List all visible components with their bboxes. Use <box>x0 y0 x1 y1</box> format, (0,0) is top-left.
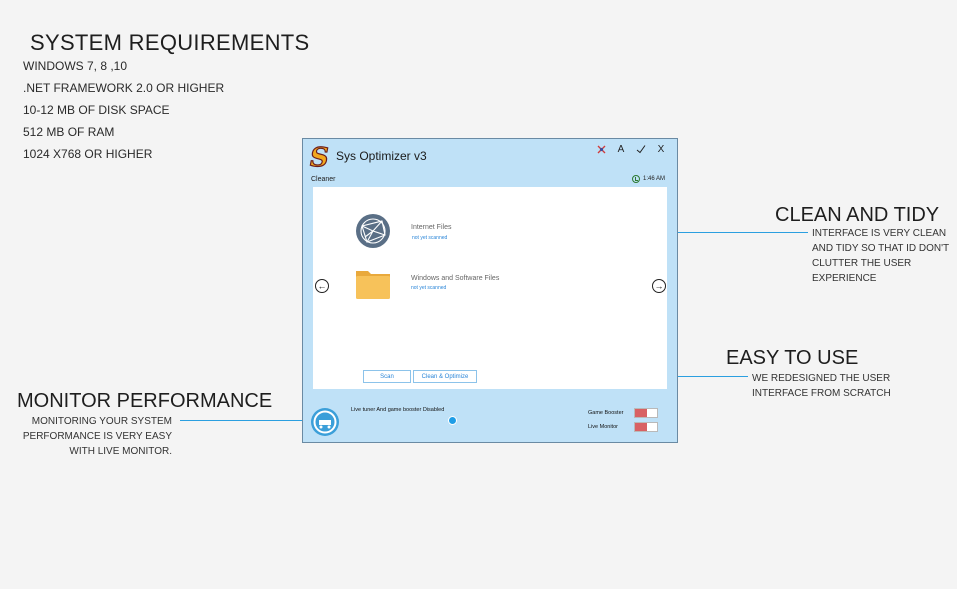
clean-tidy-description: INTERFACE IS VERY CLEAN AND TIDY SO THAT… <box>812 228 950 284</box>
check-icon <box>636 145 646 154</box>
previous-arrow-button[interactable]: ← <box>315 279 329 293</box>
item-status: not yet scanned <box>411 285 447 291</box>
toggle-knob <box>635 423 647 431</box>
requirements-title: SYSTEM REQUIREMENTS <box>30 30 310 55</box>
item-name: Internet Files <box>411 224 452 231</box>
easy-to-use-title: EASY TO USE <box>726 347 859 369</box>
cleaner-panel: Internet Files not yet scanned Windows a… <box>313 187 667 389</box>
requirement-item: .NET FRAMEWORK 2.0 OR HIGHER <box>23 81 225 95</box>
scan-button[interactable]: Scan <box>363 370 411 383</box>
font-size-button[interactable]: A <box>611 141 631 157</box>
minimize-button[interactable] <box>631 141 651 157</box>
live-monitor-toggle[interactable] <box>634 422 658 432</box>
clock-icon <box>631 175 640 183</box>
monitor-performance-title: MONITOR PERFORMANCE <box>17 390 273 412</box>
arrow-left-icon: ← <box>317 280 327 291</box>
section-label: Cleaner <box>311 176 336 183</box>
monitor-performance-description: MONITORING YOUR SYSTEM PERFORMANCE IS VE… <box>22 416 172 457</box>
arrow-right-icon: → <box>654 280 664 291</box>
clock-time: 1:46 AM <box>642 176 665 182</box>
clean-optimize-button[interactable]: Clean & Optimize <box>413 370 477 383</box>
close-button[interactable]: X <box>651 141 671 157</box>
game-booster-label: Game Booster <box>588 410 624 416</box>
sys-optimizer-window: S Sys Optimizer v3 A X Cleaner 1:46 AM I… <box>302 138 678 443</box>
monitor-performance-marker-dot <box>448 416 457 425</box>
status-text: Live tuner And game booster Disabled <box>351 407 445 413</box>
requirement-item: WINDOWS 7, 8 ,10 <box>23 59 128 73</box>
requirement-item: 512 MB OF RAM <box>23 125 115 139</box>
svg-text:S: S <box>310 143 329 170</box>
game-booster-toggle[interactable] <box>634 408 658 418</box>
app-logo-icon: S <box>309 142 329 170</box>
pin-icon <box>597 145 605 153</box>
next-arrow-button[interactable]: → <box>652 279 666 293</box>
app-title: Sys Optimizer v3 <box>336 149 427 163</box>
live-monitor-label: Live Monitor <box>588 424 618 430</box>
clock: 1:46 AM <box>631 175 665 183</box>
pin-button[interactable] <box>591 141 611 157</box>
globe-network-icon[interactable] <box>355 213 391 249</box>
clean-tidy-title: CLEAN AND TIDY <box>775 204 940 226</box>
toggle-knob <box>635 409 647 417</box>
live-monitor-icon[interactable] <box>310 407 340 437</box>
item-status: not yet scanned <box>412 235 448 241</box>
window-controls: A X <box>591 141 671 157</box>
folder-icon[interactable] <box>355 265 391 301</box>
item-name: Windows and Software Files <box>411 275 500 282</box>
requirements-list: WINDOWS 7, 8 ,10 .NET FRAMEWORK 2.0 OR H… <box>23 58 224 168</box>
easy-to-use-description: WE REDESIGNED THE USER INTERFACE FROM SC… <box>752 373 891 399</box>
requirement-item: 10-12 MB OF DISK SPACE <box>23 103 170 117</box>
requirement-item: 1024 X768 OR HIGHER <box>23 147 153 161</box>
